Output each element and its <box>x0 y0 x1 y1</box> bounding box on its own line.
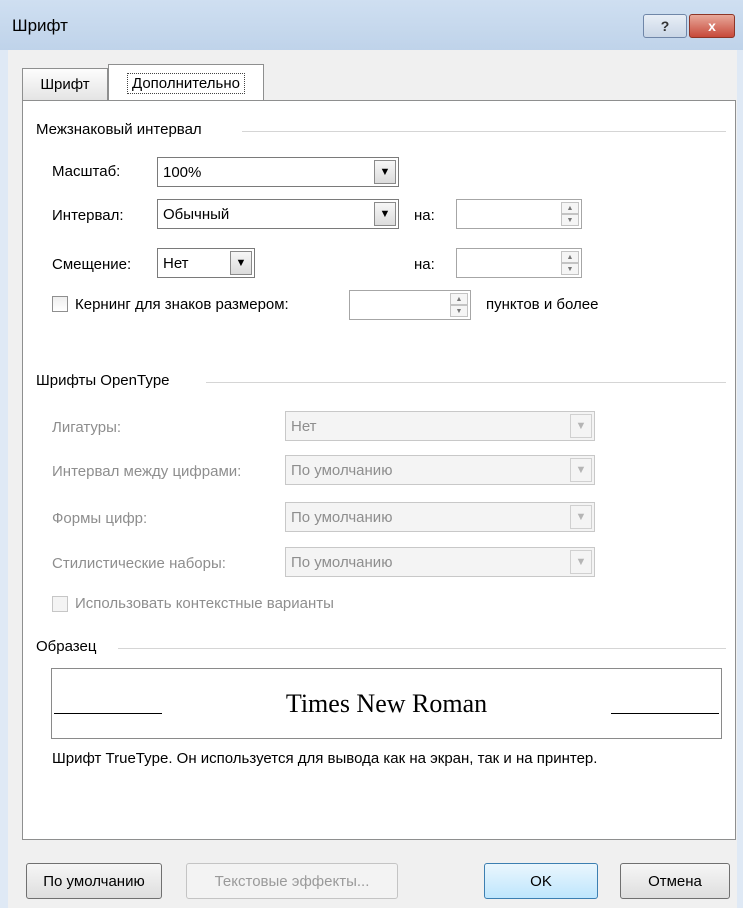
spin-down-icon[interactable]: ▼ <box>450 305 468 317</box>
ligatures-select[interactable]: Нет ▼ <box>285 411 595 441</box>
spacing-group-divider <box>242 131 726 132</box>
offset-label: Смещение: <box>52 256 132 273</box>
stylistic-sets-label: Стилистические наборы: <box>52 555 226 572</box>
offset-select[interactable]: Нет ▼ <box>157 248 255 278</box>
opentype-group-divider <box>206 382 726 383</box>
contextual-label: Использовать контекстные варианты <box>75 595 334 612</box>
kerning-suffix: пунктов и более <box>486 296 599 313</box>
opentype-group-title: Шрифты OpenType <box>36 372 170 389</box>
number-spacing-label: Интервал между цифрами: <box>52 463 242 480</box>
cancel-button[interactable]: Отмена <box>620 863 730 899</box>
text-effects-button[interactable]: Текстовые эффекты... <box>186 863 398 899</box>
chevron-down-icon[interactable]: ▼ <box>374 160 396 184</box>
interval-select[interactable]: Обычный ▼ <box>157 199 399 229</box>
font-description: Шрифт TrueType. Он используется для выво… <box>52 750 598 767</box>
offset-by-spinner[interactable]: ▲ ▼ <box>456 248 582 278</box>
kerning-spinner[interactable]: ▲ ▼ <box>349 290 471 320</box>
chevron-down-icon[interactable]: ▼ <box>570 505 592 529</box>
set-default-button[interactable]: По умолчанию <box>26 863 162 899</box>
tab-advanced[interactable]: Дополнительно <box>108 64 264 102</box>
number-forms-label: Формы цифр: <box>52 510 148 527</box>
title-bar[interactable]: Шрифт ? x <box>0 0 743 50</box>
chevron-down-icon[interactable]: ▼ <box>230 251 252 275</box>
spin-down-icon[interactable]: ▼ <box>561 263 579 275</box>
close-button[interactable]: x <box>689 14 735 38</box>
chevron-down-icon[interactable]: ▼ <box>374 202 396 226</box>
number-spacing-value: По умолчанию <box>291 462 393 479</box>
tab-advanced-label: Дополнительно <box>127 73 245 94</box>
interval-label: Интервал: <box>52 207 124 224</box>
stylistic-sets-value: По умолчанию <box>291 554 393 571</box>
tab-font[interactable]: Шрифт <box>22 68 108 100</box>
kerning-checkbox[interactable] <box>52 296 68 312</box>
contextual-checkbox[interactable] <box>52 596 68 612</box>
spin-up-icon[interactable]: ▲ <box>450 293 468 305</box>
scale-label: Масштаб: <box>52 163 121 180</box>
chevron-down-icon[interactable]: ▼ <box>570 414 592 438</box>
preview-group-title: Образец <box>36 638 97 655</box>
help-button[interactable]: ? <box>643 14 687 38</box>
preview-sample-text: Times New Roman <box>285 689 488 718</box>
spin-down-icon[interactable]: ▼ <box>561 214 579 226</box>
preview-group-divider <box>118 648 726 649</box>
number-forms-value: По умолчанию <box>291 509 393 526</box>
spin-up-icon[interactable]: ▲ <box>561 202 579 214</box>
preview-right-line <box>611 713 719 714</box>
ligatures-value: Нет <box>291 418 317 435</box>
number-forms-select[interactable]: По умолчанию ▼ <box>285 502 595 532</box>
interval-by-spinner[interactable]: ▲ ▼ <box>456 199 582 229</box>
stylistic-sets-select[interactable]: По умолчанию ▼ <box>285 547 595 577</box>
chevron-down-icon[interactable]: ▼ <box>570 458 592 482</box>
number-spacing-select[interactable]: По умолчанию ▼ <box>285 455 595 485</box>
offset-value: Нет <box>163 255 189 272</box>
interval-by-label: на: <box>414 207 435 224</box>
tab-font-label: Шрифт <box>40 76 90 93</box>
scale-select[interactable]: 100% ▼ <box>157 157 399 187</box>
font-dialog: Шрифт ? x Шрифт Дополнительно Межзнаковы… <box>0 0 743 908</box>
spacing-group-title: Межзнаковый интервал <box>36 121 202 138</box>
ok-button[interactable]: OK <box>484 863 598 899</box>
interval-value: Обычный <box>163 206 230 223</box>
chevron-down-icon[interactable]: ▼ <box>570 550 592 574</box>
spin-up-icon[interactable]: ▲ <box>561 251 579 263</box>
scale-value: 100% <box>163 164 202 181</box>
ligatures-label: Лигатуры: <box>52 419 122 436</box>
offset-by-label: на: <box>414 256 435 273</box>
dialog-title: Шрифт <box>12 16 68 35</box>
font-preview-box: Times New Roman <box>51 668 722 739</box>
kerning-label: Кернинг для знаков размером: <box>75 296 289 313</box>
